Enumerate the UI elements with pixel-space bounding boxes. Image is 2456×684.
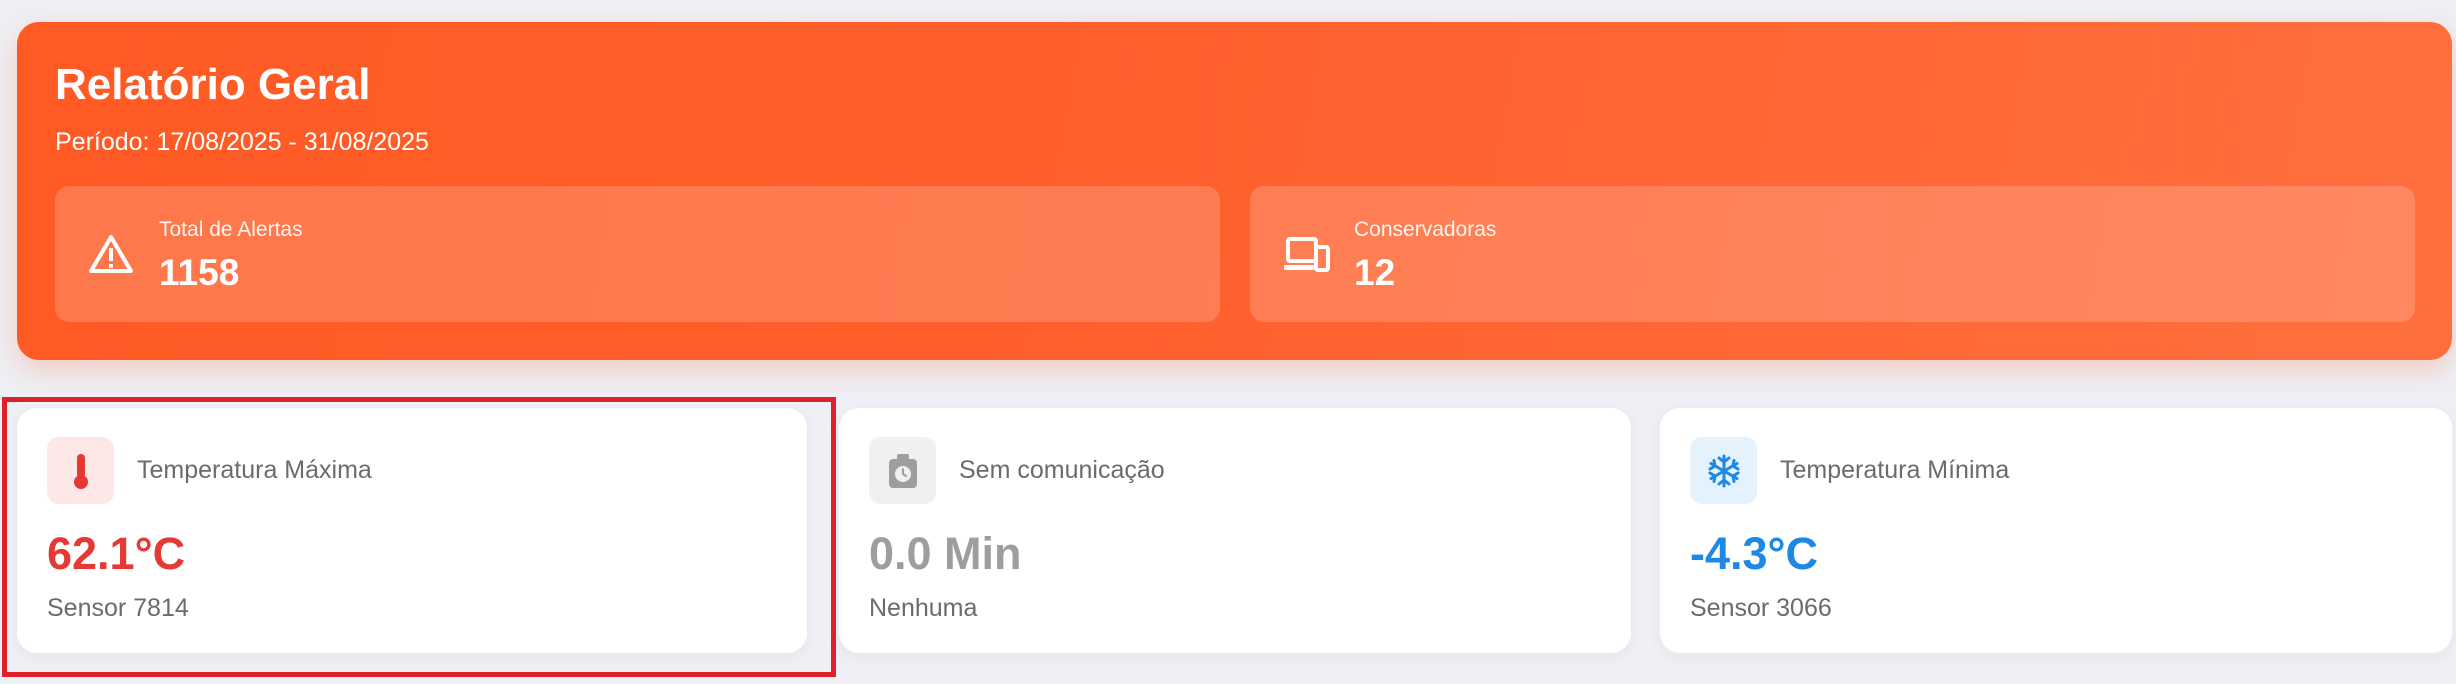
card-max-temperature[interactable]: Temperatura Máxima 62.1°C Sensor 7814: [17, 408, 807, 653]
report-header: Relatório Geral Período: 17/08/2025 - 31…: [17, 22, 2452, 360]
report-page: Relatório Geral Período: 17/08/2025 - 31…: [0, 0, 2456, 684]
stat-conservadoras: Conservadoras 12: [1250, 186, 2415, 322]
card-icon-container: [1690, 437, 1757, 504]
card-subtitle: Nenhuma: [869, 594, 978, 622]
snowflake-icon: [1708, 454, 1739, 487]
card-subtitle: Sensor 3066: [1690, 594, 1832, 622]
card-value: 62.1°C: [47, 528, 186, 579]
report-period: Período: 17/08/2025 - 31/08/2025: [55, 128, 429, 156]
stat-label: Total de Alertas: [159, 218, 303, 241]
stat-value: 12: [1354, 252, 1396, 293]
card-label: Temperatura Máxima: [137, 456, 372, 484]
card-icon-container: [869, 437, 936, 504]
card-value: 0.0 Min: [869, 528, 1022, 579]
card-no-communication[interactable]: Sem comunicação 0.0 Min Nenhuma: [839, 408, 1631, 653]
timer-icon: [888, 453, 917, 488]
devices-icon: [1284, 237, 1330, 272]
thermometer-icon: [73, 453, 88, 489]
card-subtitle: Sensor 7814: [47, 594, 189, 622]
stat-value: 1158: [159, 252, 240, 293]
warning-icon: [89, 235, 133, 273]
card-icon-container: [47, 437, 114, 504]
card-label: Temperatura Mínima: [1780, 456, 2010, 484]
card-label: Sem comunicação: [959, 456, 1165, 484]
card-min-temperature[interactable]: Temperatura Mínima -4.3°C Sensor 3066: [1660, 408, 2452, 653]
card-value: -4.3°C: [1690, 528, 1819, 579]
stat-label: Conservadoras: [1354, 218, 1497, 241]
page-title: Relatório Geral: [55, 60, 371, 109]
stat-total-alerts: Total de Alertas 1158: [55, 186, 1220, 322]
